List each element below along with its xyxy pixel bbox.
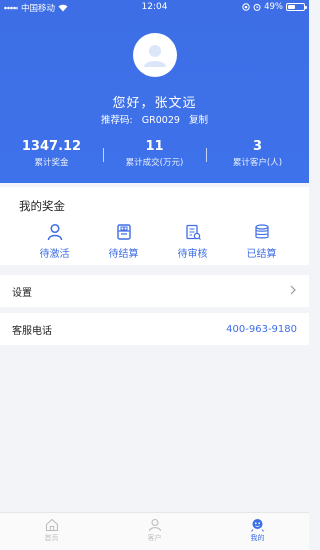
section-title: 我的奖金 — [19, 199, 65, 213]
stat-label: 累计成交(万元) — [125, 158, 184, 168]
bonus-item-pending-review[interactable]: 待审核 — [154, 222, 231, 260]
tab-bar: 首页 客户 我的 — [0, 512, 309, 550]
stat-value: 3 — [252, 139, 263, 154]
stats-row: 1347.12 累计奖金 11 累计成交(万元) 3 累计客户(人) — [0, 138, 309, 172]
bonus-item-pending-settlement[interactable]: 待结算 — [85, 222, 162, 260]
settings-label: 设置 — [12, 287, 32, 299]
stat-value: 1347.12 — [21, 139, 82, 154]
referral-code: GR0029 — [141, 115, 180, 126]
tab-mine[interactable]: 我的 — [206, 513, 309, 550]
stat-label: 累计客户(人) — [232, 158, 283, 168]
settings-row[interactable]: 设置 — [0, 275, 309, 307]
battery-icon — [286, 3, 307, 11]
stat-total-customers[interactable]: 3 累计客户(人) — [206, 138, 309, 172]
tab-label: 首页 — [44, 534, 59, 542]
copy-button[interactable]: 复制 — [189, 115, 208, 126]
tab-customers[interactable]: 客户 — [103, 513, 206, 550]
bonus-item-label: 待结算 — [108, 249, 139, 260]
coins-icon — [254, 224, 269, 239]
bonus-item-label: 已结算 — [246, 249, 277, 260]
bonus-items: 待激活 待结算 待审核 已结算 — [0, 222, 309, 260]
customer-service-row: 客服电话 400-963-9180 — [0, 313, 309, 345]
user-avatar-icon — [144, 45, 166, 67]
bonus-item-pending-activation[interactable]: 待激活 — [16, 222, 93, 260]
chevron-right-icon — [289, 285, 297, 298]
avatar[interactable] — [133, 33, 177, 77]
tab-home[interactable]: 首页 — [0, 513, 103, 550]
wallet-icon — [116, 224, 131, 240]
stat-label: 累计奖金 — [34, 158, 69, 168]
my-bonus-section: 我的奖金 待激活 待结算 待审核 已结算 — [0, 187, 309, 265]
status-bar: 中国移动 12:04 49% — [0, 0, 309, 16]
bonus-item-label: 待审核 — [177, 249, 208, 260]
referral-label: 推荐码: — [101, 115, 133, 126]
stat-total-bonus[interactable]: 1347.12 累计奖金 — [0, 138, 103, 172]
bonus-item-label: 待激活 — [39, 249, 70, 260]
home-icon — [45, 518, 58, 532]
customer-service-label: 客服电话 — [12, 325, 52, 337]
greeting: 您好，张文远 — [112, 96, 197, 111]
person-icon — [47, 223, 62, 241]
battery-fill — [288, 5, 296, 9]
stat-value: 11 — [145, 139, 164, 154]
battery-percent: 49% — [264, 2, 283, 12]
mine-icon — [251, 519, 264, 532]
bonus-item-settled[interactable]: 已结算 — [223, 222, 300, 260]
customer-icon — [148, 518, 161, 532]
stat-total-deals[interactable]: 11 累计成交(万元) — [103, 138, 206, 172]
tab-label: 客户 — [147, 534, 162, 542]
profile-header: 中国移动 12:04 49% 您好，张文远 推荐码: GR0029 复制 134… — [0, 0, 309, 183]
alarm-icon — [253, 3, 261, 11]
customer-service-phone[interactable]: 400-963-9180 — [226, 324, 297, 335]
clipboard-icon — [185, 224, 201, 240]
lock-rotation-icon — [242, 3, 250, 11]
tab-label: 我的 — [250, 534, 265, 542]
referral-row: 推荐码: GR0029 复制 — [0, 112, 309, 126]
